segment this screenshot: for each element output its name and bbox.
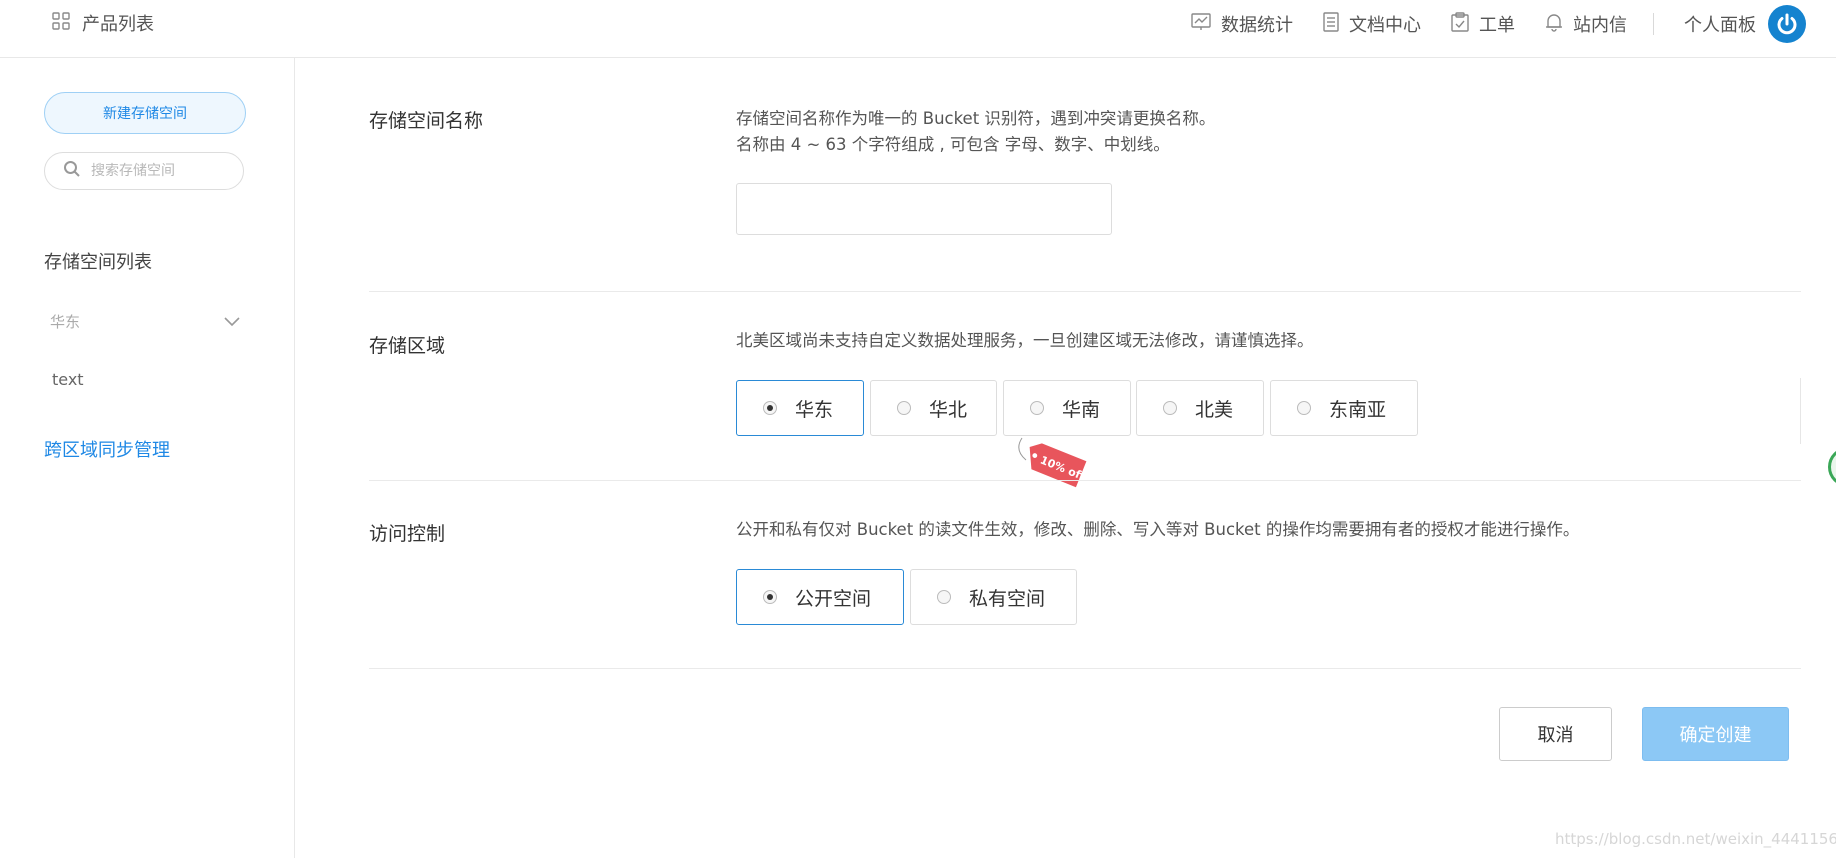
- section-divider: [369, 291, 1801, 292]
- access-control-label: 访问控制: [369, 523, 446, 545]
- nav-messages[interactable]: 站内信: [1545, 11, 1627, 37]
- new-bucket-button[interactable]: 新建存储空间: [44, 92, 246, 134]
- radio-icon: [937, 590, 951, 604]
- nav-stats[interactable]: 数据统计: [1191, 11, 1293, 37]
- region-option-label: 华南: [1062, 398, 1101, 421]
- cancel-button[interactable]: 取消: [1499, 707, 1612, 761]
- sidebar: 新建存储空间 存储空间列表 华东 text 跨区域同步管理: [0, 58, 295, 858]
- access-option-label: 私有空间: [969, 587, 1046, 610]
- region-option-label: 东南亚: [1329, 398, 1387, 421]
- nav-personal-panel[interactable]: 个人面板: [1684, 11, 1756, 37]
- nav-docs-label: 文档中心: [1349, 15, 1421, 36]
- bucket-list-item[interactable]: text: [52, 370, 84, 389]
- discount-tag: 10% off: [1010, 436, 1090, 496]
- search-icon: [63, 160, 81, 182]
- nav-messages-label: 站内信: [1573, 15, 1627, 36]
- nav-stats-label: 数据统计: [1221, 15, 1293, 36]
- nav-docs[interactable]: 文档中心: [1323, 11, 1421, 37]
- radio-icon: [1163, 401, 1177, 415]
- document-icon: [1323, 11, 1339, 37]
- search-box: [44, 152, 244, 190]
- section-divider: [369, 480, 1801, 481]
- search-input[interactable]: [89, 162, 243, 180]
- access-option-public[interactable]: 公开空间: [736, 569, 904, 625]
- chevron-down-icon: [224, 313, 240, 331]
- power-icon[interactable]: [1768, 5, 1806, 43]
- nav-divider: [1653, 13, 1654, 35]
- product-list-menu[interactable]: 产品列表: [52, 10, 154, 36]
- nav-tickets-label: 工单: [1479, 15, 1515, 36]
- nav-tickets[interactable]: 工单: [1451, 11, 1515, 37]
- radio-icon: [1297, 401, 1311, 415]
- chart-icon: [1191, 12, 1211, 36]
- access-option-private[interactable]: 私有空间: [910, 569, 1077, 625]
- region-option-huadong[interactable]: 华东: [736, 380, 864, 436]
- section-divider: [369, 668, 1801, 669]
- region-dropdown-value: 华东: [50, 313, 81, 331]
- radio-icon: [1030, 401, 1044, 415]
- clipboard-icon: [1451, 11, 1469, 37]
- edge-divider: [1800, 378, 1801, 444]
- bell-icon: [1545, 12, 1563, 37]
- region-option-beimei[interactable]: 北美: [1136, 380, 1264, 436]
- confirm-create-button[interactable]: 确定创建: [1642, 707, 1789, 761]
- grid-icon: [52, 11, 70, 35]
- region-desc: 北美区域尚未支持自定义数据处理服务，一旦创建区域无法修改，请谨慎选择。: [736, 331, 1314, 350]
- region-option-huanan[interactable]: 华南: [1003, 380, 1131, 436]
- region-option-label: 北美: [1195, 398, 1234, 421]
- floating-widget[interactable]: [1828, 447, 1836, 487]
- region-option-label: 华北: [929, 398, 968, 421]
- top-nav: 数据统计 文档中心 工单 站内信 个人面板: [1161, 4, 1806, 44]
- access-option-label: 公开空间: [795, 587, 872, 610]
- bucket-name-input[interactable]: [736, 183, 1112, 235]
- region-option-huabei[interactable]: 华北: [870, 380, 997, 436]
- radio-icon: [897, 401, 911, 415]
- nav-panel-label: 个人面板: [1684, 15, 1756, 36]
- product-list-label: 产品列表: [82, 14, 154, 35]
- bucket-name-desc-1: 存储空间名称作为唯一的 Bucket 识别符，遇到冲突请更换名称。: [736, 109, 1216, 128]
- region-option-dongnanya[interactable]: 东南亚: [1270, 380, 1418, 436]
- bucket-name-desc-2: 名称由 4 ~ 63 个字符组成 , 可包含 字母、数字、中划线。: [736, 135, 1170, 154]
- watermark: https://blog.csdn.net/weixin_44411569: [1555, 830, 1836, 848]
- region-label: 存储区域: [369, 335, 446, 357]
- bucket-list-title: 存储空间列表: [44, 252, 152, 273]
- access-control-desc: 公开和私有仅对 Bucket 的读文件生效，修改、删除、写入等对 Bucket …: [736, 520, 1580, 539]
- cross-region-sync-link[interactable]: 跨区域同步管理: [44, 436, 170, 462]
- radio-icon: [763, 590, 777, 604]
- top-bar: 产品列表 数据统计 文档中心 工单 站内信 个人面板: [0, 0, 1836, 58]
- region-dropdown[interactable]: 华东: [50, 311, 240, 332]
- radio-icon: [763, 401, 777, 415]
- region-option-label: 华东: [795, 398, 834, 421]
- bucket-name-label: 存储空间名称: [369, 110, 484, 132]
